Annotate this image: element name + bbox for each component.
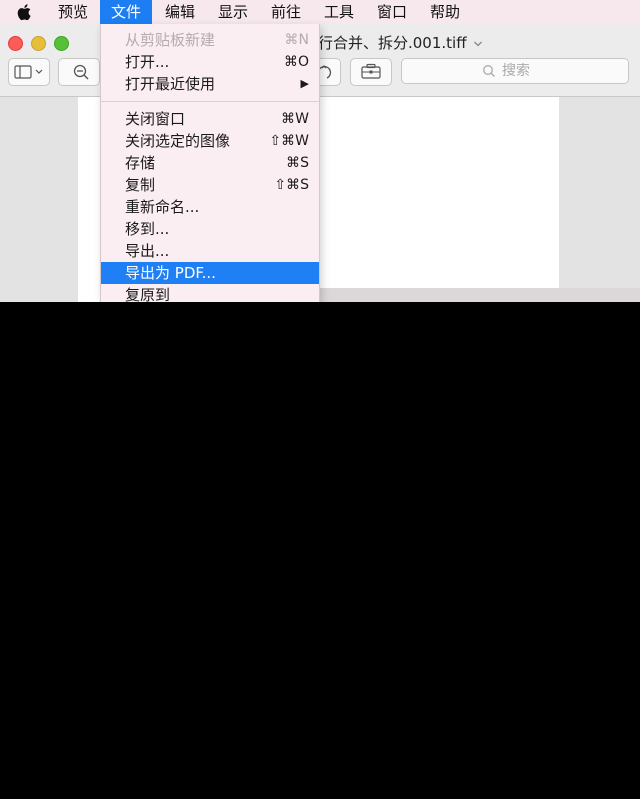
search-field[interactable]: 搜索 <box>401 58 629 84</box>
menu-item-label: 从剪贴板新建 <box>125 31 216 49</box>
menu-item-label: 复制 <box>125 176 156 194</box>
menu-item-save[interactable]: 存储 ⌘S <box>101 152 319 174</box>
zoom-out-icon <box>73 64 89 80</box>
menu-item-shortcut: ⌘N <box>284 32 309 48</box>
window-title-text: 行合并、拆分.001.tiff <box>318 34 467 52</box>
window-toolbar: 行合并、拆分.001.tiff 搜索 <box>0 24 640 97</box>
document-view <box>0 97 640 302</box>
screen: 预览 文件 编辑 显示 前往 工具 窗口 帮助 行合并、拆分.001.tiff <box>0 0 640 302</box>
menu-bar: 预览 文件 编辑 显示 前往 工具 窗口 帮助 <box>0 0 640 25</box>
menu-item-label: 复原到 <box>125 286 171 302</box>
menu-item-label: 重新命名... <box>125 198 200 216</box>
menu-item-label: 打开最近使用 <box>125 75 216 93</box>
menu-view[interactable]: 显示 <box>207 0 259 24</box>
menu-item-revert-to[interactable]: 复原到 <box>101 284 319 302</box>
menu-help[interactable]: 帮助 <box>419 0 471 24</box>
window-title[interactable]: 行合并、拆分.001.tiff <box>318 32 483 53</box>
sidebar-icon <box>14 65 43 79</box>
menu-item-label: 存储 <box>125 154 156 172</box>
close-button[interactable] <box>8 36 23 51</box>
menu-item-new-from-clipboard[interactable]: 从剪贴板新建 ⌘N <box>101 29 319 51</box>
search-icon <box>483 65 495 77</box>
menu-item-label: 导出为 PDF... <box>125 264 216 282</box>
sidebar-toggle-button[interactable] <box>8 58 50 86</box>
menu-item-shortcut: ⌘W <box>281 111 309 127</box>
menu-item-close-window[interactable]: 关闭窗口 ⌘W <box>101 108 319 130</box>
menu-item-close-selected-image[interactable]: 关闭选定的图像 ⇧⌘W <box>101 130 319 152</box>
menu-item-move-to[interactable]: 移到... <box>101 218 319 240</box>
menu-item-shortcut: ⌘S <box>286 155 309 171</box>
menu-window[interactable]: 窗口 <box>366 0 418 24</box>
menu-item-shortcut: ⇧⌘S <box>274 177 309 193</box>
toolbox-icon <box>361 63 381 79</box>
menu-item-label: 关闭窗口 <box>125 110 186 128</box>
zoom-button[interactable] <box>54 36 69 51</box>
menu-edit[interactable]: 编辑 <box>154 0 206 24</box>
submenu-arrow-icon: ▶ <box>300 77 309 90</box>
menu-go[interactable]: 前往 <box>260 0 312 24</box>
menu-item-label: 移到... <box>125 220 170 238</box>
menu-item-rename[interactable]: 重新命名... <box>101 196 319 218</box>
menu-item-label: 关闭选定的图像 <box>125 132 231 150</box>
menu-tools[interactable]: 工具 <box>313 0 365 24</box>
apple-logo-icon[interactable] <box>15 3 35 21</box>
search-placeholder: 搜索 <box>502 63 530 79</box>
zoom-out-button[interactable] <box>58 58 100 86</box>
chevron-down-icon <box>474 41 483 46</box>
menu-item-export[interactable]: 导出... <box>101 240 319 262</box>
file-menu: 从剪贴板新建 ⌘N 打开... ⌘O 打开最近使用 ▶ 关闭窗口 ⌘W 关闭选定… <box>100 24 320 302</box>
menu-item-shortcut: ⌘O <box>283 54 309 70</box>
menu-item-duplicate[interactable]: 复制 ⇧⌘S <box>101 174 319 196</box>
menu-file[interactable]: 文件 <box>100 0 152 24</box>
menu-item-export-as-pdf[interactable]: 导出为 PDF... <box>101 262 319 284</box>
markup-toolbox-button[interactable] <box>350 58 392 86</box>
minimize-button[interactable] <box>31 36 46 51</box>
menu-separator <box>101 101 319 102</box>
menu-item-open[interactable]: 打开... ⌘O <box>101 51 319 73</box>
menu-item-label: 打开... <box>125 53 170 71</box>
menu-preview[interactable]: 预览 <box>46 0 100 24</box>
menu-item-open-recent[interactable]: 打开最近使用 ▶ <box>101 73 319 95</box>
menu-item-shortcut: ⇧⌘W <box>269 133 309 149</box>
menu-item-label: 导出... <box>125 242 170 260</box>
